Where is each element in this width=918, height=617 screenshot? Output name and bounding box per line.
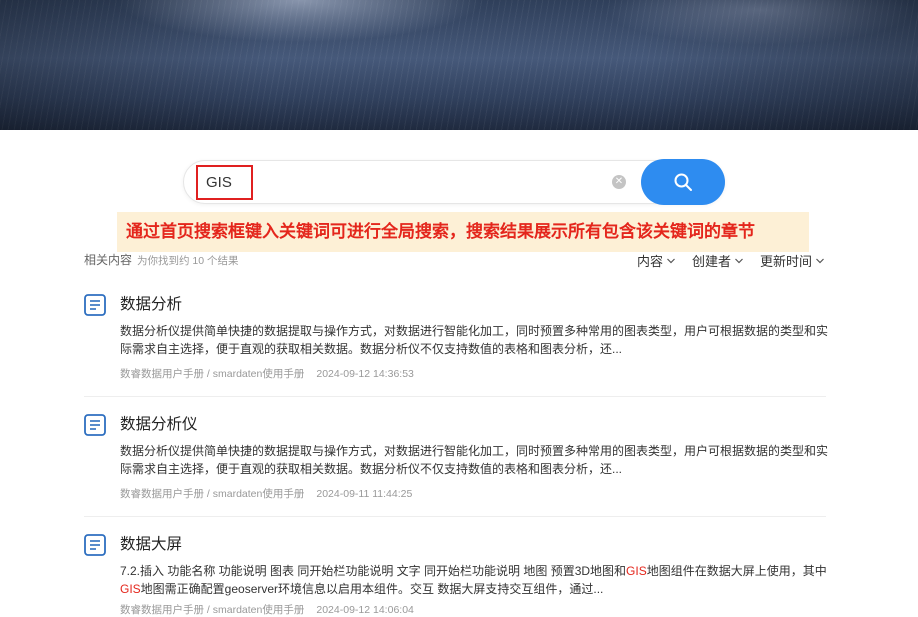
result-path: 数睿数据用户手册 / smardaten使用手册 (120, 368, 305, 380)
snippet-text: 地图组件在数据大屏上使用，其中 (646, 564, 827, 578)
result-item[interactable]: 数据分析 数据分析仪提供简单快捷的数据提取与操作方式，对数据进行智能化加工，同时… (84, 294, 828, 397)
highlight-keyword: GIS (120, 582, 141, 596)
document-icon (84, 414, 106, 436)
filter-creator[interactable]: 创建者 (692, 251, 744, 270)
result-meta: 数睿数据用户手册 / smardaten使用手册 2024-09-12 14:36… (120, 366, 414, 381)
document-icon (84, 294, 106, 316)
search-tip-banner: 通过首页搜索框键入关键词可进行全局搜索，搜索结果展示所有包含该关键词的章节 (117, 212, 809, 252)
result-path: 数睿数据用户手册 / smardaten使用手册 (120, 488, 305, 500)
filter-label: 创建者 (691, 254, 731, 269)
result-meta: 数睿数据用户手册 / smardaten使用手册 2024-09-12 14:06… (120, 602, 414, 617)
result-title[interactable]: 数据分析 (120, 294, 182, 316)
result-snippet: 7.2.插入 功能名称 功能说明 图表 同开始栏功能说明 文字 同开始栏功能说明… (120, 562, 828, 598)
filter-update-time[interactable]: 更新时间 (760, 251, 825, 270)
result-title[interactable]: 数据分析仪 (120, 414, 198, 436)
result-time: 2024-09-12 14:36:53 (316, 368, 414, 380)
chevron-down-icon (816, 258, 824, 263)
search-button[interactable] (641, 159, 725, 205)
summary-label: 相关内容 (84, 253, 133, 267)
result-snippet: 数据分析仪提供简单快捷的数据提取与操作方式，对数据进行智能化加工，同时预置多种常… (120, 322, 828, 358)
result-item[interactable]: 数据大屏 7.2.插入 功能名称 功能说明 图表 同开始栏功能说明 文字 同开始… (84, 534, 828, 617)
document-icon (84, 534, 106, 556)
search-input[interactable]: GIS (196, 165, 253, 200)
result-summary: 相关内容 为你找到约 10 个结果 (84, 253, 239, 268)
snippet-text: 数据分析仪提供简单快捷的数据提取与操作方式，对数据进行智能化加工，同时预置多种常… (120, 324, 828, 356)
snippet-text: 数据分析仪提供简单快捷的数据提取与操作方式，对数据进行智能化加工，同时预置多种常… (120, 444, 828, 476)
result-meta: 数睿数据用户手册 / smardaten使用手册 2024-09-11 11:44… (120, 486, 412, 501)
chevron-down-icon (667, 258, 675, 263)
filter-content[interactable]: 内容 (637, 251, 676, 270)
search-icon (674, 173, 692, 191)
highlight-keyword: GIS (626, 564, 647, 578)
result-count: 为你找到约 10 个结果 (137, 255, 239, 267)
filter-label: 内容 (636, 254, 663, 269)
snippet-text: 地图需正确配置geoserver环境信息以启用本组件。交互 数据大屏支持交互组件… (140, 582, 604, 596)
result-title[interactable]: 数据大屏 (120, 534, 182, 556)
result-time: 2024-09-11 11:44:25 (316, 488, 413, 500)
filter-bar: 内容 创建者 更新时间 (637, 251, 825, 270)
result-item[interactable]: 数据分析仪 数据分析仪提供简单快捷的数据提取与操作方式，对数据进行智能化加工，同… (84, 414, 828, 517)
result-path: 数睿数据用户手册 / smardaten使用手册 (120, 604, 305, 616)
chevron-down-icon (735, 258, 743, 263)
hero-banner (0, 0, 918, 130)
result-snippet: 数据分析仪提供简单快捷的数据提取与操作方式，对数据进行智能化加工，同时预置多种常… (120, 442, 828, 478)
clear-circle-icon[interactable]: ✕ (612, 175, 626, 189)
result-time: 2024-09-12 14:06:04 (316, 604, 414, 616)
filter-label: 更新时间 (759, 254, 812, 269)
snippet-text: 7.2.插入 功能名称 功能说明 图表 同开始栏功能说明 文字 同开始栏功能说明… (120, 564, 627, 578)
